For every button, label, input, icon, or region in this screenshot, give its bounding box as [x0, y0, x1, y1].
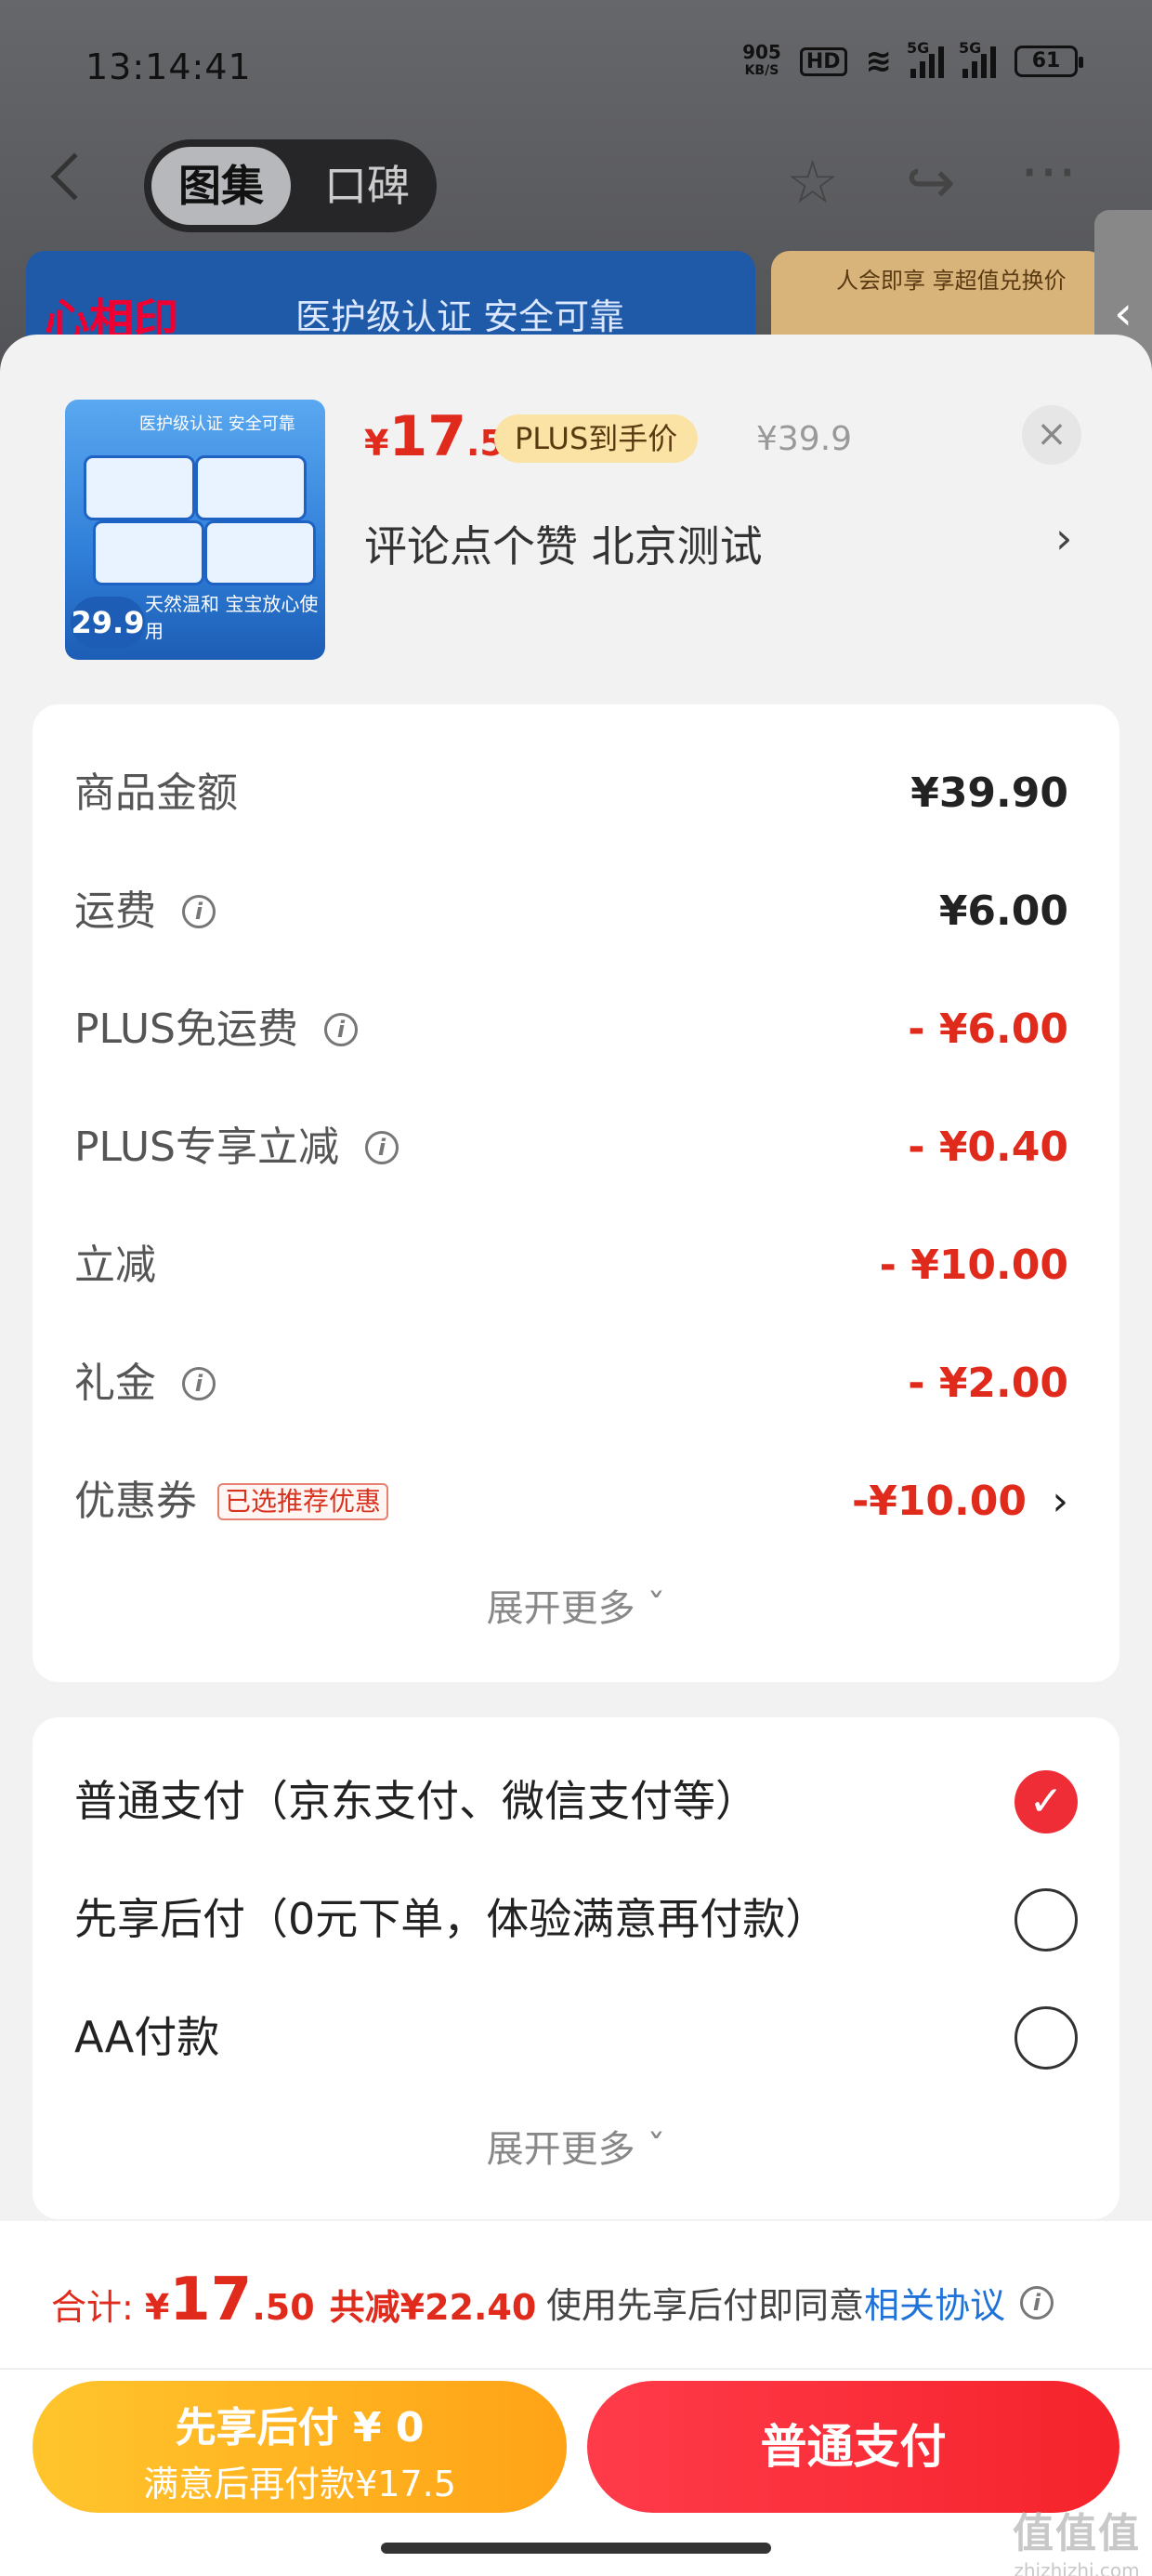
check-icon[interactable]: ✓	[1015, 1770, 1078, 1833]
info-icon[interactable]: i	[182, 1367, 216, 1400]
battery-icon: 61	[1015, 46, 1083, 77]
info-icon[interactable]: i	[182, 895, 216, 928]
banner-text: 医护级认证 安全可靠	[295, 296, 625, 337]
wifi-icon: ≋	[865, 43, 893, 80]
info-icon[interactable]: i	[365, 1131, 399, 1164]
info-icon[interactable]: i	[324, 1013, 358, 1046]
header-tabs: 图集 口碑	[144, 139, 437, 232]
payment-option-aa[interactable]: AA付款	[74, 2000, 1078, 2074]
cost-row: PLUS专享立减 i - ¥0.40	[74, 1124, 1068, 1171]
info-icon[interactable]: i	[1020, 2285, 1054, 2320]
payment-method-card: 普通支付（京东支付、微信支付等） ✓ 先享后付（0元下单，体验满意再付款） AA…	[33, 1717, 1119, 2219]
cost-breakdown-card: 商品金额 ¥39.90 运费 i ¥6.00 PLUS免运费 i - ¥6.00 P…	[33, 704, 1119, 1682]
radio-icon[interactable]	[1015, 1888, 1078, 1952]
cost-row: 礼金 i - ¥2.00	[74, 1360, 1068, 1407]
watermark: 值值值 zhizhizhi.com	[1013, 2510, 1141, 2576]
close-icon[interactable]: ×	[1022, 405, 1081, 465]
checkout-footer: 合计: ¥ 17 .50 共减¥22.40 使用先享后付即同意 相关协议 i 先…	[0, 2221, 1152, 2576]
payment-option-pay-later[interactable]: 先享后付（0元下单，体验满意再付款）	[74, 1882, 1078, 1956]
banner2-text: 人会即享 享超值兑换价	[836, 268, 1067, 294]
agreement-link[interactable]: 相关协议	[864, 2277, 1005, 2328]
tab-gallery[interactable]: 图集	[151, 147, 291, 225]
hd-icon: HD	[799, 46, 847, 76]
chevron-right-icon[interactable]: ›	[1055, 513, 1072, 563]
cost-row: 商品金额 ¥39.90	[74, 769, 1068, 817]
pay-later-button[interactable]: 先享后付 ¥ 0 满意后再付款¥17.5	[33, 2381, 567, 2513]
signal-icon: 5G	[907, 39, 944, 78]
status-bar: 13:14:41 905 KB/S HD ≋ 5G 5G 61	[0, 37, 1152, 102]
normal-pay-button[interactable]: 普通支付	[587, 2381, 1119, 2513]
cost-row: 立减 - ¥10.00	[74, 1242, 1068, 1289]
status-time: 13:14:41	[85, 46, 252, 87]
status-icons: 905 KB/S HD ≋ 5G 5G 61	[742, 39, 1083, 80]
divider	[0, 2368, 1152, 2370]
plus-price-tag: PLUS到手价	[494, 414, 699, 463]
cost-row: PLUS免运费 i - ¥6.00	[74, 1005, 1068, 1053]
signal-icon: 5G	[959, 39, 996, 78]
coupon-row[interactable]: 优惠券 已选推荐优惠 -¥10.00 ›	[74, 1465, 1068, 1539]
home-indicator[interactable]	[381, 2543, 771, 2554]
net-speed: 905 KB/S	[742, 41, 781, 78]
cost-row: 运费 i ¥6.00	[74, 887, 1068, 935]
star-icon[interactable]: ☆	[786, 149, 839, 217]
share-icon[interactable]: ↪	[906, 149, 956, 217]
total-saved: 共减¥22.40	[329, 2287, 537, 2328]
product-price: ¥ 17 .5	[364, 404, 504, 469]
expand-more-button[interactable]: 展开更多 ˇ	[33, 2119, 1119, 2173]
order-total: 合计: ¥ 17 .50 共减¥22.40	[51, 2266, 537, 2334]
expand-more-button[interactable]: 展开更多 ˇ	[33, 1578, 1119, 1632]
product-image: 医护级认证 安全可靠 29.9 天然温和 宝宝放心使用	[65, 400, 325, 660]
original-price: ¥39.9	[756, 420, 853, 458]
chevron-right-icon[interactable]: ›	[1052, 1465, 1068, 1539]
radio-icon[interactable]	[1015, 2006, 1078, 2070]
coupon-badge: 已选推荐优惠	[217, 1483, 389, 1520]
more-icon[interactable]: ···	[1020, 139, 1077, 208]
agreement-text: 使用先享后付即同意 相关协议 i	[546, 2277, 1054, 2328]
product-title[interactable]: 评论点个赞 北京测试	[364, 513, 763, 574]
payment-option-normal[interactable]: 普通支付（京东支付、微信支付等） ✓	[74, 1764, 1078, 1838]
tab-reviews[interactable]: 口碑	[302, 147, 432, 225]
